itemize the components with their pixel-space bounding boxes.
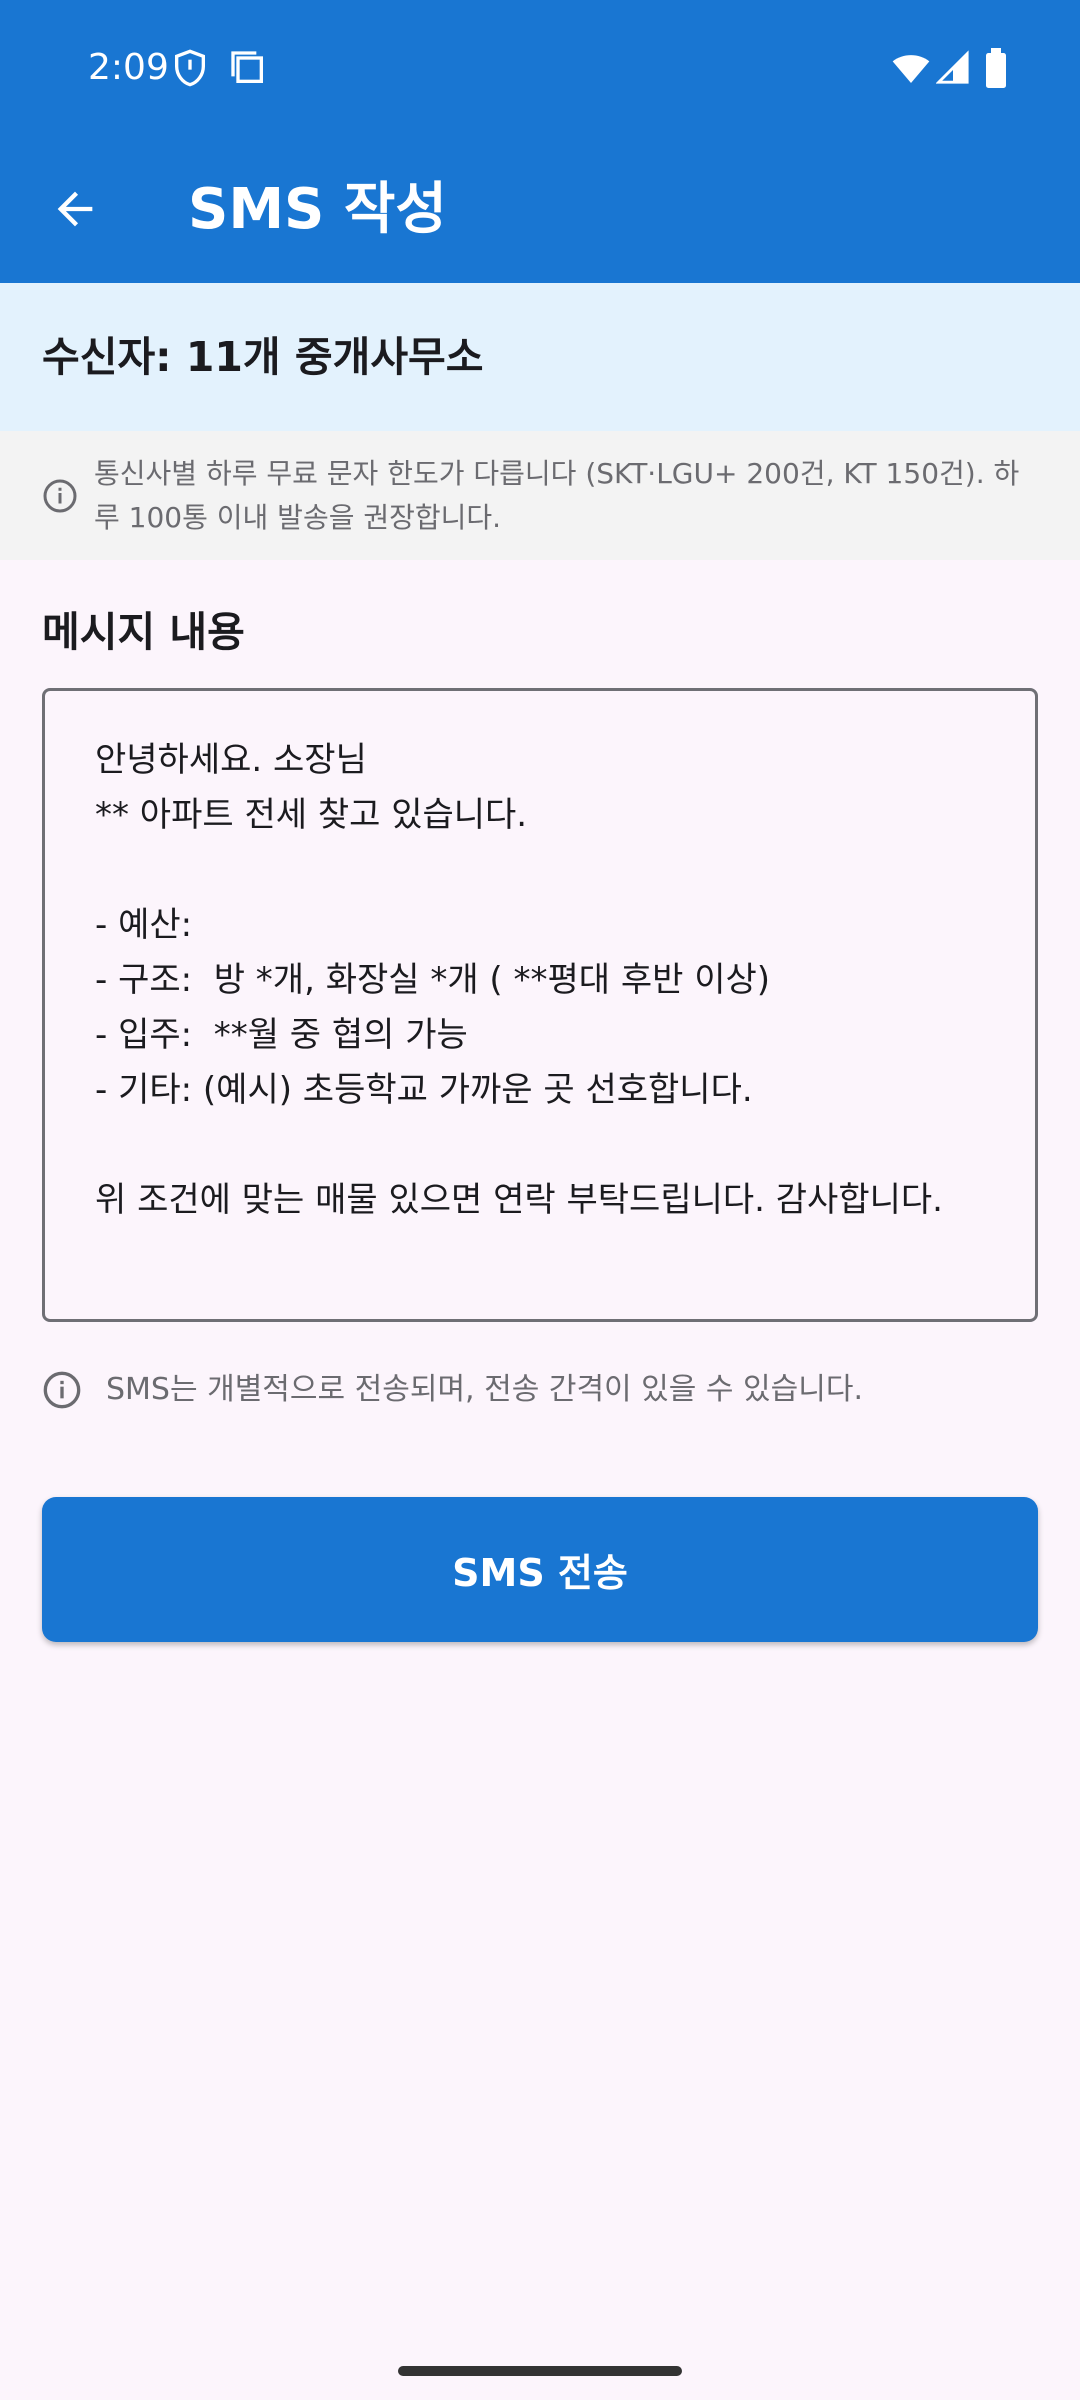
signal-icon xyxy=(936,48,970,88)
recipient-label: 수신자: 11개 중개사무소 xyxy=(42,333,484,381)
top-app-bar: SMS 작성 xyxy=(0,136,1080,283)
arrow-back-icon xyxy=(57,191,93,227)
status-bar: 2:09 xyxy=(0,0,1080,136)
message-body[interactable]: 안녕하세요. 소장님 ** 아파트 전세 찾고 있습니다. - 예산: - 구조… xyxy=(95,733,975,1228)
page-title: SMS 작성 xyxy=(188,177,447,242)
app-header: 2:09 SMS 작성 xyxy=(0,0,1080,283)
screenshot-icon xyxy=(228,48,268,88)
wifi-icon xyxy=(890,48,932,88)
sms-send-hint: SMS는 개별적으로 전송되며, 전송 간격이 있을 수 있습니다. xyxy=(106,1372,863,1407)
recipient-banner: 수신자: 11개 중개사무소 xyxy=(0,283,1080,431)
info-icon xyxy=(42,478,78,514)
info-icon xyxy=(42,1370,82,1410)
send-sms-button[interactable]: SMS 전송 xyxy=(42,1497,1038,1642)
home-indicator[interactable] xyxy=(398,2366,682,2376)
status-time: 2:09 xyxy=(88,47,169,88)
notice-text: 통신사별 하루 무료 문자 한도가 다릅니다 (SKT·LGU+ 200건, K… xyxy=(94,457,1020,534)
battery-icon xyxy=(982,48,1010,88)
message-textarea[interactable]: 안녕하세요. 소장님 ** 아파트 전세 찾고 있습니다. - 예산: - 구조… xyxy=(42,688,1038,1322)
shield-icon xyxy=(170,48,210,88)
back-button[interactable] xyxy=(42,176,108,242)
message-section-title: 메시지 내용 xyxy=(42,608,245,656)
send-sms-label: SMS 전송 xyxy=(452,1551,628,1595)
